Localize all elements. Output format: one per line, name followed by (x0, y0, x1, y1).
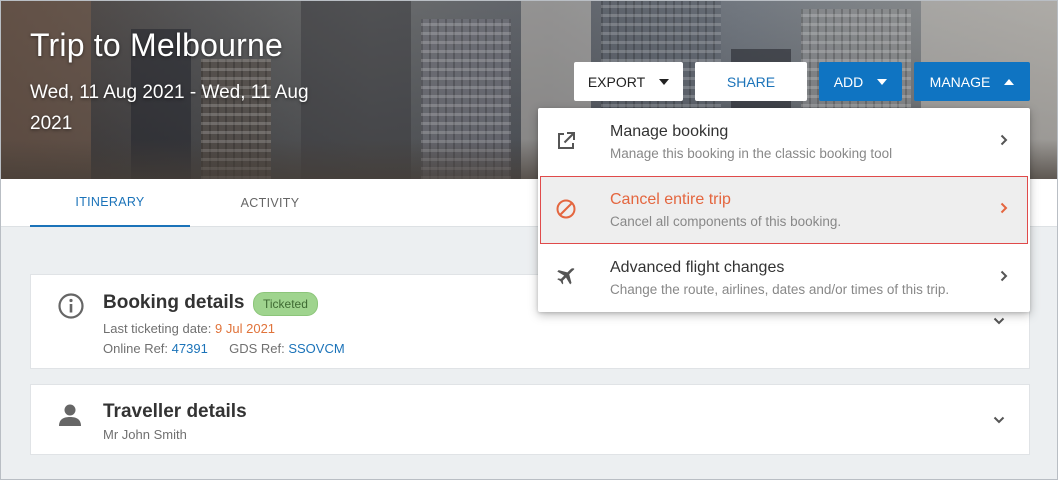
tab-activity[interactable]: ACTIVITY (190, 179, 350, 227)
manage-dropdown-menu: Manage booking Manage this booking in th… (538, 108, 1030, 312)
airplane-icon (557, 268, 575, 285)
chevron-right-icon (1000, 270, 1008, 282)
menu-item-manage-booking[interactable]: Manage booking Manage this booking in th… (538, 108, 1030, 176)
menu-item-title: Advanced flight changes (610, 259, 785, 276)
chevron-right-icon (1000, 134, 1008, 146)
add-button-label: ADD (833, 73, 864, 90)
menu-item-advanced-flight-changes[interactable]: Advanced flight changes Change the route… (538, 244, 1030, 312)
share-button[interactable]: SHARE (695, 62, 807, 101)
status-badge: Ticketed (253, 292, 318, 316)
menu-item-title: Manage booking (610, 123, 729, 140)
online-ref-label: Online Ref: (103, 341, 169, 356)
trip-title: Trip to Melbourne (30, 27, 283, 63)
traveller-details-card[interactable]: Traveller details Mr John Smith (30, 384, 1030, 455)
last-ticketing-value: 9 Jul 2021 (215, 321, 276, 336)
caret-down-icon (659, 78, 670, 85)
gds-ref-label: GDS Ref: (229, 341, 285, 356)
menu-item-description: Manage this booking in the classic booki… (610, 146, 893, 161)
chevron-down-icon[interactable] (993, 317, 1005, 325)
booking-details-title: Booking details (103, 292, 245, 313)
ban-icon (556, 199, 576, 219)
menu-item-description: Cancel all components of this booking. (610, 214, 842, 229)
chevron-down-icon[interactable] (993, 416, 1005, 424)
menu-item-title: Cancel entire trip (610, 191, 731, 208)
caret-up-icon (1004, 78, 1015, 85)
manage-button[interactable]: MANAGE (914, 62, 1030, 101)
info-icon (58, 293, 84, 319)
booking-references: Online Ref: 47391 GDS Ref: SSOVCM (103, 341, 345, 356)
external-link-icon (558, 132, 575, 149)
last-ticketing-label: Last ticketing date: (103, 321, 212, 336)
menu-item-description: Change the route, airlines, dates and/or… (610, 282, 950, 297)
online-ref-link[interactable]: 47391 (172, 341, 208, 356)
caret-down-icon (877, 78, 888, 85)
person-icon (59, 404, 81, 426)
traveller-name: Mr John Smith (103, 427, 187, 442)
share-button-label: SHARE (726, 73, 776, 90)
gds-ref-link[interactable]: SSOVCM (288, 341, 344, 356)
tab-itinerary[interactable]: ITINERARY (30, 179, 190, 227)
export-button-label: EXPORT (587, 73, 646, 90)
trip-dates: Wed, 11 Aug 2021 - Wed, 11 Aug 2021 (30, 82, 309, 134)
manage-button-label: MANAGE (929, 73, 991, 90)
last-ticketing-date: Last ticketing date: 9 Jul 2021 (103, 321, 275, 336)
add-button[interactable]: ADD (819, 62, 902, 101)
menu-item-cancel-entire-trip[interactable]: Cancel entire trip Cancel all components… (540, 176, 1028, 244)
chevron-right-icon (1000, 202, 1008, 214)
export-button[interactable]: EXPORT (574, 62, 683, 101)
traveller-details-title: Traveller details (103, 401, 247, 422)
